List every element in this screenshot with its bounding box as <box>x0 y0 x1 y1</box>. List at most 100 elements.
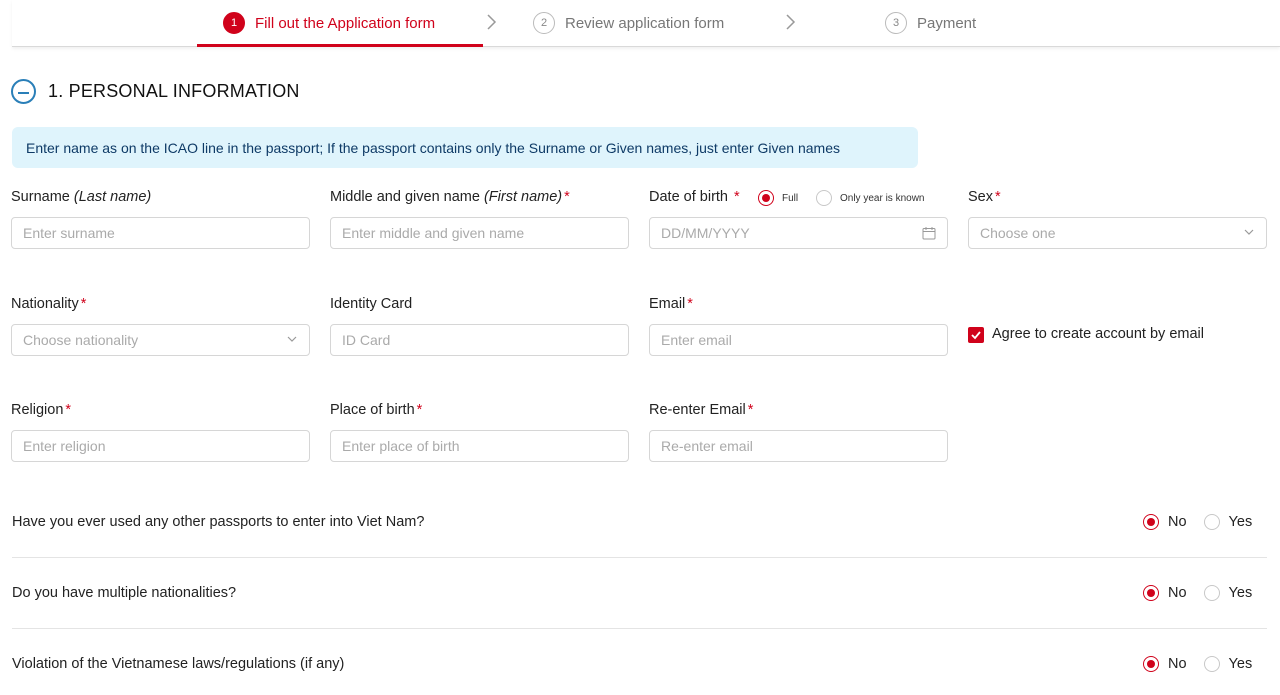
answer-options: No Yes <box>1143 514 1252 530</box>
radio-no[interactable] <box>1143 656 1159 672</box>
step-number: 1 <box>223 12 245 34</box>
radio-yes[interactable] <box>1203 656 1220 672</box>
answer-yes-label: Yes <box>1228 514 1253 530</box>
active-step-underline <box>197 44 483 47</box>
radio-yes[interactable] <box>1203 585 1220 601</box>
required-mark: * <box>65 402 72 418</box>
required-mark: * <box>995 189 1001 205</box>
chevron-down-icon <box>1244 229 1254 235</box>
answer-no-label: No <box>1168 514 1187 530</box>
checkmark-icon <box>971 331 981 340</box>
surname-input[interactable] <box>11 217 310 249</box>
collapse-minus-icon[interactable] <box>11 79 36 104</box>
surname-label: Surname (Last name) <box>11 189 151 205</box>
religion-input[interactable] <box>11 430 310 462</box>
nationality-label-text: Nationality <box>11 296 79 312</box>
question-text: Do you have multiple nationalities? <box>12 585 237 601</box>
nationality-label: Nationality * <box>11 296 86 312</box>
divider <box>12 628 1267 629</box>
answer-no[interactable]: No <box>1143 514 1187 530</box>
step-payment[interactable]: 3 Payment <box>885 11 976 35</box>
info-notice: Enter name as on the ICAO line in the pa… <box>12 127 918 168</box>
surname-label-hint: (Last name) <box>73 189 152 205</box>
section-header[interactable]: 1. PERSONAL INFORMATION <box>11 79 300 104</box>
radio-no[interactable] <box>1143 585 1159 601</box>
answer-yes[interactable]: Yes <box>1203 585 1253 601</box>
chevron-right-icon <box>786 14 796 30</box>
identity-card-input[interactable] <box>330 324 629 356</box>
dob-option-full-label: Full <box>782 192 799 204</box>
sex-select[interactable]: Choose one <box>968 217 1267 249</box>
religion-label-text: Religion <box>11 402 64 418</box>
nationality-select[interactable]: Choose nationality <box>11 324 310 356</box>
sex-label-text: Sex <box>968 189 993 205</box>
answer-yes[interactable]: Yes <box>1203 656 1253 672</box>
answer-yes-label: Yes <box>1228 656 1253 672</box>
answer-no-label: No <box>1168 656 1187 672</box>
surname-label-text: Surname <box>11 189 70 205</box>
answer-yes-label: Yes <box>1228 585 1253 601</box>
chevron-down-icon <box>287 336 297 342</box>
radio-no[interactable] <box>1143 514 1159 530</box>
answer-yes[interactable]: Yes <box>1203 514 1253 530</box>
radio-full[interactable] <box>758 190 774 206</box>
given-name-input[interactable] <box>330 217 629 249</box>
answer-options: No Yes <box>1143 585 1252 601</box>
answer-options: No Yes <box>1143 656 1252 672</box>
required-mark: * <box>416 402 423 418</box>
required-mark: * <box>747 402 754 418</box>
identity-card-label: Identity Card <box>330 296 412 312</box>
place-of-birth-label-text: Place of birth <box>330 402 415 418</box>
sex-placeholder: Choose one <box>980 225 1056 241</box>
place-of-birth-input[interactable] <box>330 430 629 462</box>
agree-create-account-label[interactable]: Agree to create account by email <box>992 326 1204 342</box>
given-name-label-text: Middle and given name <box>330 189 480 205</box>
reenter-email-input[interactable] <box>649 430 948 462</box>
chevron-right-icon <box>487 14 497 30</box>
required-mark: * <box>80 296 87 312</box>
calendar-icon[interactable] <box>922 226 936 240</box>
email-input[interactable] <box>649 324 948 356</box>
email-label: Email * <box>649 296 693 312</box>
dob-option-year-label: Only year is known <box>840 192 925 204</box>
dob-option-year-only[interactable]: Only year is known <box>816 190 924 206</box>
dob-input[interactable]: DD/MM/YYYY <box>649 217 948 249</box>
place-of-birth-label: Place of birth * <box>330 402 422 418</box>
radio-year-only[interactable] <box>816 190 832 206</box>
step-number: 2 <box>533 12 555 34</box>
step-number: 3 <box>885 12 907 34</box>
answer-no[interactable]: No <box>1143 585 1187 601</box>
identity-card-label-text: Identity Card <box>330 296 413 312</box>
answer-no[interactable]: No <box>1143 656 1187 672</box>
radio-yes[interactable] <box>1203 514 1220 530</box>
step-label: Payment <box>917 14 977 32</box>
sex-label: Sex * <box>968 189 1001 205</box>
dob-option-full[interactable]: Full <box>758 190 798 206</box>
given-name-label: Middle and given name (First name) * <box>330 189 570 205</box>
email-label-text: Email <box>649 296 686 312</box>
step-review[interactable]: 2 Review application form <box>533 11 724 35</box>
agree-create-account-checkbox[interactable] <box>968 327 984 343</box>
dob-placeholder: DD/MM/YYYY <box>661 225 750 241</box>
required-mark: * <box>564 189 570 205</box>
answer-no-label: No <box>1168 585 1187 601</box>
step-fill-form[interactable]: 1 Fill out the Application form <box>223 11 435 35</box>
dob-label-text: Date of birth <box>649 189 728 205</box>
reenter-email-label: Re-enter Email * <box>649 402 753 418</box>
given-name-label-hint: (First name) <box>483 189 563 205</box>
application-stepper: 1 Fill out the Application form 2 Review… <box>0 0 1280 48</box>
dob-label: Date of birth * <box>649 189 740 205</box>
question-multiple-nationalities: Do you have multiple nationalities? No Y… <box>12 577 1267 609</box>
section-title: 1. PERSONAL INFORMATION <box>48 81 300 101</box>
nationality-placeholder: Choose nationality <box>23 332 139 348</box>
required-mark: * <box>734 189 740 205</box>
question-other-passports: Have you ever used any other passports t… <box>12 506 1267 538</box>
divider <box>12 557 1267 558</box>
step-label: Fill out the Application form <box>255 14 436 32</box>
required-mark: * <box>687 296 693 312</box>
question-text: Violation of the Vietnamese laws/regulat… <box>12 656 345 672</box>
question-law-violation: Violation of the Vietnamese laws/regulat… <box>12 648 1267 680</box>
question-text: Have you ever used any other passports t… <box>12 514 425 530</box>
step-label: Review application form <box>565 14 725 32</box>
reenter-email-label-text: Re-enter Email <box>649 402 746 418</box>
